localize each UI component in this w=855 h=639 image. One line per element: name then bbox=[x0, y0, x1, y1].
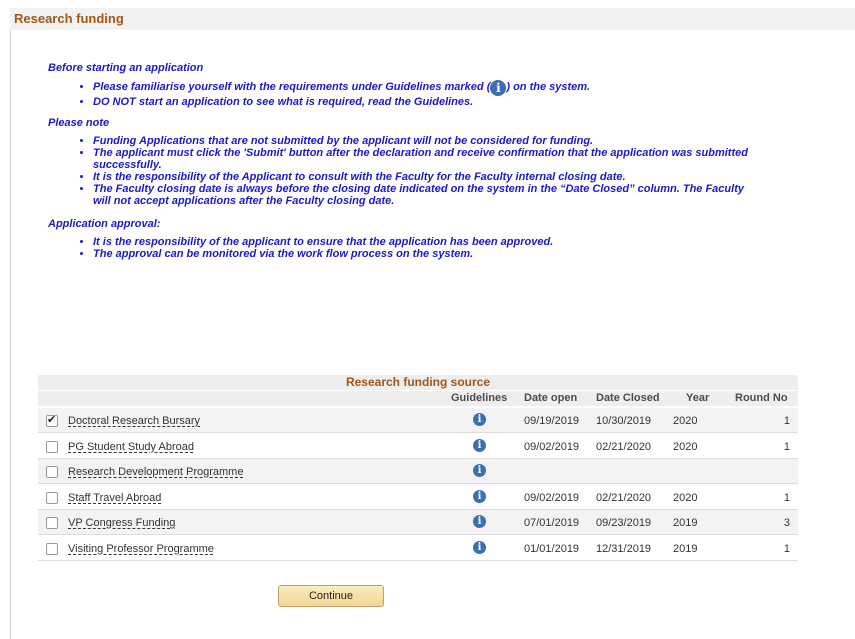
date-open-cell: 07/01/2019 bbox=[524, 517, 580, 529]
date-closed-cell: 10/30/2019 bbox=[596, 415, 652, 427]
funding-source-link[interactable]: Doctoral Research Bursary bbox=[68, 415, 200, 427]
section-heading-before-starting: Before starting an application bbox=[48, 62, 204, 74]
grid-header-row: Guidelines Date open Date Closed Year Ro… bbox=[38, 391, 798, 406]
guidelines-info-icon[interactable]: i bbox=[473, 489, 486, 503]
list-item: The applicant must click the 'Submit' bu… bbox=[93, 147, 748, 171]
table-row: Doctoral Research Bursary i 09/19/2019 10/3… bbox=[38, 408, 798, 433]
guidelines-info-icon[interactable]: i bbox=[473, 413, 486, 426]
date-open-cell: 09/19/2019 bbox=[524, 415, 580, 427]
date-closed-cell: 02/21/2020 bbox=[596, 440, 652, 453]
date-closed-cell: 02/21/2020 bbox=[596, 491, 652, 504]
guidelines-info-icon[interactable]: i bbox=[473, 515, 486, 528]
funding-source-link[interactable]: Visiting Professor Programme bbox=[68, 543, 214, 555]
page-header: Research funding bbox=[10, 8, 855, 30]
guidelines-info-icon[interactable]: i bbox=[473, 438, 486, 452]
year-cell: 2019 bbox=[673, 542, 698, 555]
before-starting-list: Please familiarise yourself with the req… bbox=[48, 80, 748, 108]
list-item: The Faculty closing date is always befor… bbox=[93, 183, 748, 207]
column-header-round-no: Round No bbox=[735, 392, 788, 404]
row-select-checkbox[interactable] bbox=[46, 440, 58, 453]
row-select-checkbox[interactable] bbox=[46, 542, 58, 555]
list-item: DO NOT start an application to see what … bbox=[93, 96, 748, 108]
instructions-panel: Before starting an application Please fa… bbox=[48, 62, 748, 260]
funding-source-link[interactable]: Research Development Programme bbox=[68, 466, 243, 478]
list-item: It is the responsibility of the applican… bbox=[93, 236, 748, 248]
list-item: It is the responsibility of the Applican… bbox=[93, 171, 748, 183]
guidelines-info-icon[interactable]: i bbox=[473, 540, 486, 554]
funding-source-link[interactable]: PG Student Study Abroad bbox=[68, 441, 194, 453]
funding-source-link[interactable]: VP Congress Funding bbox=[68, 517, 175, 529]
round-no-cell: 1 bbox=[783, 542, 790, 555]
guidelines-info-icon[interactable]: i bbox=[473, 464, 486, 477]
date-closed-cell: 09/23/2019 bbox=[596, 517, 652, 529]
funding-source-link[interactable]: Staff Travel Abroad bbox=[68, 492, 161, 504]
table-row: PG Student Study Abroad i 09/02/2019 02/21/… bbox=[38, 434, 798, 459]
section-heading-approval: Application approval: bbox=[48, 218, 161, 230]
round-no-cell: 3 bbox=[783, 517, 790, 529]
approval-list: It is the responsibility of the applican… bbox=[48, 236, 748, 260]
list-item: Funding Applications that are not submit… bbox=[93, 135, 748, 147]
year-cell: 2020 bbox=[673, 440, 698, 453]
table-row: Staff Travel Abroad i 09/02/2019 02/21/2020… bbox=[38, 485, 798, 510]
year-cell: 2019 bbox=[673, 517, 698, 529]
year-cell: 2020 bbox=[673, 491, 698, 504]
row-select-checkbox[interactable] bbox=[46, 491, 58, 504]
round-no-cell: 1 bbox=[783, 415, 790, 427]
section-heading-please-note: Please note bbox=[48, 117, 110, 129]
grid-title: Research funding source bbox=[38, 375, 798, 390]
row-select-checkbox[interactable] bbox=[46, 413, 58, 427]
row-select-checkbox[interactable] bbox=[46, 517, 58, 529]
round-no-cell: 1 bbox=[783, 491, 790, 504]
date-open-cell: 01/01/2019 bbox=[524, 542, 580, 555]
continue-button[interactable]: Continue bbox=[278, 585, 384, 607]
column-header-year: Year bbox=[686, 392, 710, 404]
list-item: Please familiarise yourself with the req… bbox=[93, 80, 748, 96]
date-closed-cell: 12/31/2019 bbox=[596, 542, 652, 555]
column-header-guidelines: Guidelines bbox=[451, 392, 508, 404]
date-open-cell: 09/02/2019 bbox=[524, 491, 580, 504]
info-icon: i bbox=[490, 80, 507, 96]
row-select-checkbox[interactable] bbox=[46, 466, 58, 478]
column-header-date-closed: Date Closed bbox=[596, 392, 660, 404]
table-row: VP Congress Funding i 07/01/2019 09/23/2019… bbox=[38, 510, 798, 535]
date-open-cell: 09/02/2019 bbox=[524, 440, 580, 453]
list-item: The approval can be monitored via the wo… bbox=[93, 248, 748, 260]
page-title: Research funding bbox=[14, 11, 124, 26]
table-row: Visiting Professor Programme i 01/01/2019 1… bbox=[38, 536, 798, 561]
table-row: Research Development Programme i bbox=[38, 459, 798, 484]
round-no-cell: 1 bbox=[783, 440, 790, 453]
please-note-list: Funding Applications that are not submit… bbox=[48, 135, 748, 207]
year-cell: 2020 bbox=[673, 415, 698, 427]
column-header-date-open: Date open bbox=[524, 392, 578, 404]
